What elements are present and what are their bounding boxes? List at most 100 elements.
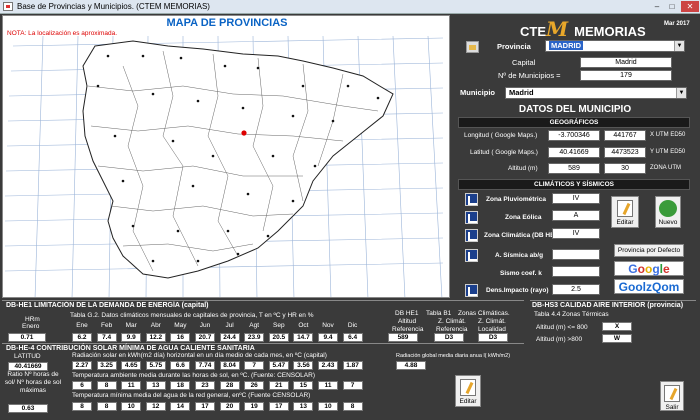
maximize-button[interactable]: □ xyxy=(665,1,679,12)
open-folder-icon[interactable] xyxy=(466,41,479,53)
coef-field[interactable] xyxy=(552,266,600,277)
water-temp-cell[interactable]: 19 xyxy=(244,402,265,411)
radiation-cell[interactable]: 2.43 xyxy=(318,361,338,370)
he4-editar-button[interactable]: Editar xyxy=(455,375,481,407)
map-sismica-icon[interactable] xyxy=(465,249,478,262)
chevron-down-icon[interactable]: ▼ xyxy=(674,41,684,51)
hs3-a-field[interactable]: X xyxy=(602,322,632,331)
water-temp-cell[interactable]: 13 xyxy=(293,402,314,411)
close-button[interactable]: ✕ xyxy=(681,1,699,12)
water-temp-cell[interactable]: 17 xyxy=(195,402,215,411)
ambient-temp-cell[interactable]: 26 xyxy=(244,381,265,390)
altitud-field[interactable]: 589 xyxy=(548,163,600,174)
ambient-temp-cell[interactable]: 7 xyxy=(342,381,363,390)
month-label: Ene xyxy=(76,322,88,329)
radiation-cell[interactable]: 8.04 xyxy=(219,361,240,370)
radiation-cell[interactable]: 2.27 xyxy=(72,361,92,370)
he4-global-field[interactable]: 4.88 xyxy=(396,361,426,370)
provincia-defecto-button[interactable]: Provincia por Defecto xyxy=(614,244,684,257)
ambient-temp-cell[interactable]: 21 xyxy=(268,381,289,390)
map-eolica-icon[interactable] xyxy=(465,211,478,224)
ambient-temp-cell[interactable]: 23 xyxy=(195,381,215,390)
ambient-temp-cell[interactable]: 28 xyxy=(219,381,240,390)
temp-cell[interactable]: 6.2 xyxy=(72,333,92,342)
temp-cell[interactable]: 12.2 xyxy=(145,333,166,342)
he4-lat-field[interactable]: 40.41669 xyxy=(8,362,48,371)
ambient-temp-cell[interactable]: 11 xyxy=(318,381,338,390)
google-maps-button[interactable]: Google maps xyxy=(614,261,684,289)
hrm-field[interactable]: 0.71 xyxy=(8,333,46,342)
he4-ratio-field[interactable]: 0.63 xyxy=(8,404,48,413)
editar-button[interactable]: Editar xyxy=(611,196,639,228)
sismica-label: A. Sísmica ab/g xyxy=(495,252,544,259)
capital-field: Madrid xyxy=(580,57,672,68)
water-temp-cell[interactable]: 8 xyxy=(72,402,92,411)
chevron-down-icon[interactable]: ▼ xyxy=(676,88,686,98)
provincia-select-value: MADRID xyxy=(549,41,583,50)
ambient-temp-cell[interactable]: 18 xyxy=(170,381,191,390)
municipio-select[interactable]: Madrid ▼ xyxy=(505,87,687,99)
radiation-cell[interactable]: 7.74 xyxy=(195,361,215,370)
temp-cell[interactable]: 20.5 xyxy=(268,333,289,342)
temp-cell[interactable]: 9.4 xyxy=(318,333,338,342)
month-label: Mar xyxy=(125,322,137,329)
province-map[interactable]: MAPA DE PROVINCIAS NOTA: La localización… xyxy=(2,15,450,298)
map-climatica-icon[interactable] xyxy=(465,229,478,242)
map-pluviometrica-icon[interactable] xyxy=(465,193,478,206)
radiation-cell[interactable]: 1.87 xyxy=(342,361,363,370)
ambient-temp-cell[interactable]: 8 xyxy=(96,381,117,390)
temp-cell[interactable]: 16 xyxy=(170,333,191,342)
pluv-field[interactable]: IV xyxy=(552,193,600,204)
iberia-outline xyxy=(82,40,394,279)
zc-loc-field[interactable]: D3 xyxy=(478,333,508,342)
minimize-button[interactable]: – xyxy=(650,1,664,12)
zona-climatica-field[interactable]: IV xyxy=(552,228,600,239)
ambient-temp-cell[interactable]: 13 xyxy=(145,381,166,390)
water-temp-cell[interactable]: 14 xyxy=(170,402,191,411)
zona-utm-label: ZONA UTM xyxy=(650,165,681,171)
temp-cell[interactable]: 7.4 xyxy=(96,333,117,342)
x-utm-field[interactable]: 441767 xyxy=(604,130,646,141)
hs3-b-field[interactable]: W xyxy=(602,334,632,343)
water-temp-cell[interactable]: 10 xyxy=(121,402,142,411)
map-rayo-icon[interactable] xyxy=(465,284,478,297)
map-note: NOTA: La localización es aproximada. xyxy=(7,30,118,37)
radiation-cell[interactable]: 6.6 xyxy=(170,361,191,370)
dens-field[interactable]: 2.5 xyxy=(552,284,600,295)
temp-cell[interactable]: 6.4 xyxy=(342,333,363,342)
temp-cell[interactable]: 9.9 xyxy=(121,333,142,342)
ambient-temp-cell[interactable]: 6 xyxy=(72,381,92,390)
temp-cell[interactable]: 23.9 xyxy=(244,333,265,342)
goolzoom-button[interactable]: GoolzQom xyxy=(614,279,684,294)
radiation-cell[interactable]: 3.25 xyxy=(96,361,117,370)
nuevo-button[interactable]: Nuevo xyxy=(655,196,681,228)
zona-utm-field[interactable]: 30 xyxy=(604,163,646,174)
water-temp-cell[interactable]: 10 xyxy=(318,402,338,411)
eolica-field[interactable]: A xyxy=(552,210,600,221)
ambient-temp-cell[interactable]: 11 xyxy=(121,381,142,390)
radiation-cell[interactable]: 5.47 xyxy=(268,361,289,370)
water-temp-cell[interactable]: 17 xyxy=(268,402,289,411)
sismica-field[interactable] xyxy=(552,249,600,260)
salir-button[interactable]: Salir xyxy=(660,381,684,411)
radiation-cell[interactable]: 4.65 xyxy=(121,361,142,370)
map-graphic[interactable] xyxy=(3,16,450,298)
temp-cell[interactable]: 14.7 xyxy=(293,333,314,342)
y-utm-field[interactable]: 4473523 xyxy=(604,147,646,158)
water-temp-cell[interactable]: 12 xyxy=(145,402,166,411)
radiation-cell[interactable]: 3.56 xyxy=(293,361,314,370)
he4-global-label: Radiación global media diaria anua l( kW… xyxy=(396,353,511,359)
water-temp-cell[interactable]: 8 xyxy=(96,402,117,411)
temp-cell[interactable]: 24.4 xyxy=(219,333,240,342)
altitud-ref-field[interactable]: 589 xyxy=(388,333,418,342)
zc-ref-field[interactable]: D3 xyxy=(434,333,464,342)
provincia-select[interactable]: MADRID ▼ xyxy=(545,40,685,52)
radiation-cell[interactable]: 5.75 xyxy=(145,361,166,370)
longitud-field[interactable]: -3.700346 xyxy=(548,130,600,141)
latitud-field[interactable]: 40.41669 xyxy=(548,147,600,158)
water-temp-cell[interactable]: 20 xyxy=(219,402,240,411)
radiation-cell[interactable]: 7 xyxy=(244,361,265,370)
ambient-temp-cell[interactable]: 15 xyxy=(293,381,314,390)
water-temp-cell[interactable]: 8 xyxy=(342,402,363,411)
temp-cell[interactable]: 20.7 xyxy=(195,333,215,342)
